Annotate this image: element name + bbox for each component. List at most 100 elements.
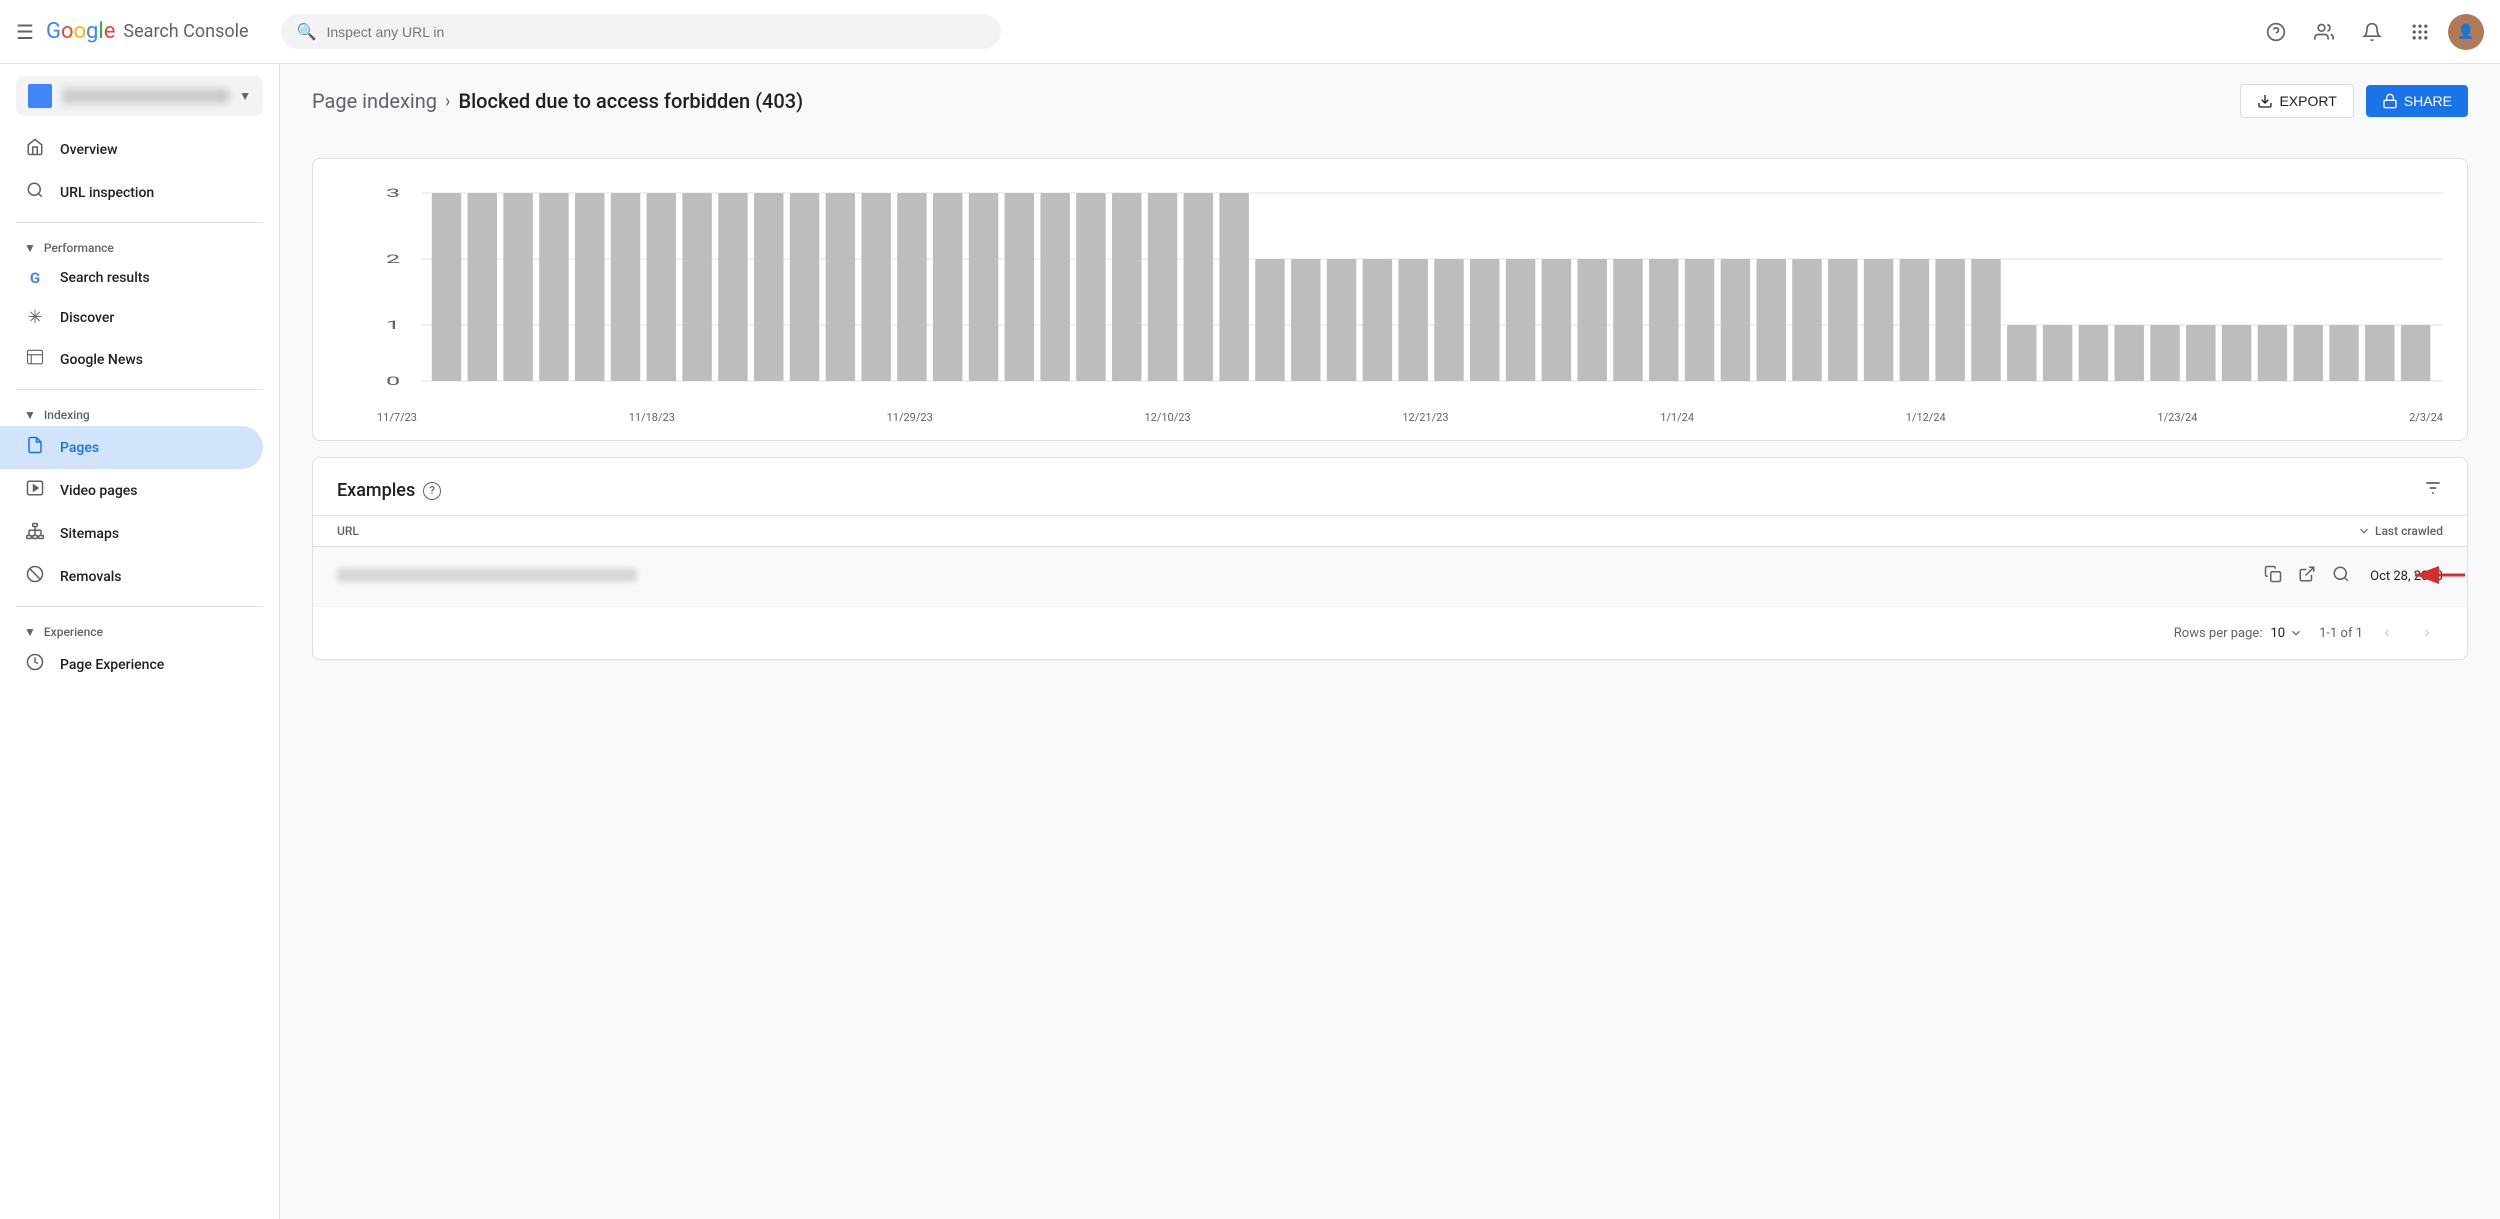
pages-icon: [24, 436, 46, 459]
url-search-bar[interactable]: 🔍: [281, 14, 1001, 49]
user-avatar[interactable]: 👤: [2448, 14, 2484, 50]
sidebar-item-label-sitemaps: Sitemaps: [60, 526, 119, 542]
sidebar-item-url-inspection[interactable]: URL inspection: [0, 171, 263, 214]
x-label-5: 1/1/24: [1660, 411, 1694, 424]
copy-icon[interactable]: [2260, 561, 2286, 592]
breadcrumb-current: Blocked due to access forbidden (403): [458, 89, 803, 113]
chart-card: 3 2 1 0: [312, 158, 2468, 441]
pagination-next-button[interactable]: ›: [2411, 617, 2443, 649]
sidebar-item-page-experience[interactable]: Page Experience: [0, 643, 263, 686]
rows-per-page-label: Rows per page:: [2174, 626, 2263, 641]
sidebar-item-discover[interactable]: ✳ Discover: [0, 297, 263, 338]
google-wordmark: Google: [46, 19, 115, 44]
sidebar-item-search-results[interactable]: G Search results: [0, 259, 263, 297]
table-row: Oct 28, 2023: [313, 547, 2467, 607]
sidebar-item-label-google-news: Google News: [60, 352, 143, 368]
property-selector[interactable]: ▼: [16, 76, 263, 116]
sidebar-item-label-search-results: Search results: [60, 270, 150, 286]
divider-2: [16, 389, 263, 390]
url-blurred-text: [337, 568, 637, 582]
pagination-prev-button[interactable]: ‹: [2371, 617, 2403, 649]
sidebar-item-sitemaps[interactable]: Sitemaps: [0, 512, 263, 555]
lock-icon: [2382, 93, 2398, 109]
property-favicon: [28, 84, 52, 108]
inspect-icon[interactable]: [2328, 561, 2354, 592]
topnav-right-actions: 👤: [2256, 12, 2484, 52]
x-label-8: 2/3/24: [2409, 411, 2443, 424]
removals-icon: [24, 565, 46, 588]
x-label-0: 11/7/23: [377, 411, 417, 424]
header-actions: EXPORT SHARE: [2240, 84, 2468, 118]
sidebar-item-video-pages[interactable]: Video pages: [0, 469, 263, 512]
section-indexing-label: Indexing: [44, 408, 90, 422]
table-col-crawled-header[interactable]: Last crawled: [2357, 524, 2443, 538]
section-experience-label: Experience: [44, 625, 103, 639]
page-experience-icon: [24, 653, 46, 676]
notifications-icon-button[interactable]: [2352, 12, 2392, 52]
pagination-info: 1-1 of 1: [2319, 626, 2363, 641]
chevron-down-rows-icon: [2289, 626, 2303, 640]
sidebar-item-label-page-experience: Page Experience: [60, 657, 164, 673]
section-indexing[interactable]: ▼ Indexing: [0, 398, 279, 426]
sidebar-item-removals[interactable]: Removals: [0, 555, 263, 598]
sort-down-icon: [2357, 524, 2371, 538]
download-icon: [2257, 93, 2273, 109]
export-button-label: EXPORT: [2279, 93, 2336, 109]
x-label-1: 11/18/23: [629, 411, 675, 424]
menu-icon[interactable]: ☰: [16, 20, 34, 44]
breadcrumb-separator: ›: [445, 91, 450, 112]
sidebar-item-label-url-inspection: URL inspection: [60, 185, 154, 201]
section-performance[interactable]: ▼ Performance: [0, 231, 279, 259]
property-dropdown-icon: ▼: [239, 89, 251, 103]
svg-text:1: 1: [386, 318, 400, 332]
rows-per-page-value: 10: [2270, 626, 2285, 641]
url-search-input[interactable]: [327, 24, 985, 40]
sidebar-item-label-overview: Overview: [60, 142, 117, 158]
sidebar-item-pages[interactable]: Pages: [0, 426, 263, 469]
x-label-3: 12/10/23: [1144, 411, 1190, 424]
examples-header: Examples ?: [313, 458, 2467, 515]
top-navigation: ☰ Google Search Console 🔍 👤: [0, 0, 2500, 64]
table-col-url-header: URL: [337, 524, 2357, 538]
chart-container: 3 2 1 0: [313, 159, 2467, 440]
section-experience[interactable]: ▼ Experience: [0, 615, 279, 643]
crawled-column-label: Last crawled: [2375, 524, 2443, 538]
sidebar-item-label-discover: Discover: [60, 310, 114, 326]
manage-users-icon-button[interactable]: [2304, 12, 2344, 52]
sidebar-item-google-news[interactable]: Google News: [0, 338, 263, 381]
help-icon-button[interactable]: [2256, 12, 2296, 52]
sitemaps-icon: [24, 522, 46, 545]
rows-per-page-select[interactable]: 10: [2270, 626, 2303, 641]
export-button[interactable]: EXPORT: [2240, 84, 2353, 118]
chevron-down-icon-2: ▼: [24, 408, 36, 422]
x-label-6: 1/12/24: [1906, 411, 1946, 424]
sidebar-item-overview[interactable]: Overview: [0, 128, 263, 171]
search-icon: 🔍: [297, 22, 317, 41]
google-news-icon: [24, 348, 46, 371]
video-pages-icon: [24, 479, 46, 502]
bar-chart: 3 2 1 0: [337, 183, 2443, 403]
filter-icon[interactable]: [2423, 478, 2443, 503]
share-button[interactable]: SHARE: [2366, 85, 2468, 117]
breadcrumb-parent[interactable]: Page indexing: [312, 89, 437, 113]
section-performance-label: Performance: [44, 241, 114, 255]
sidebar-item-label-pages: Pages: [60, 440, 99, 456]
external-link-icon[interactable]: [2294, 561, 2320, 592]
table-row-wrapper: Oct 28, 2023: [313, 547, 2467, 607]
divider-3: [16, 606, 263, 607]
url-column-label: URL: [337, 524, 359, 538]
table-row-date: Oct 28, 2023: [2370, 569, 2443, 584]
main-content: Page indexing › Blocked due to access fo…: [280, 64, 2500, 696]
examples-help-icon[interactable]: ?: [423, 482, 441, 500]
share-button-label: SHARE: [2404, 93, 2452, 109]
table-header: URL Last crawled: [313, 516, 2467, 547]
breadcrumb: Page indexing › Blocked due to access fo…: [312, 89, 803, 113]
apps-grid-icon-button[interactable]: [2400, 12, 2440, 52]
x-label-7: 1/23/24: [2157, 411, 2197, 424]
sidebar-item-label-removals: Removals: [60, 569, 122, 585]
svg-text:3: 3: [386, 186, 400, 200]
svg-text:2: 2: [386, 252, 400, 266]
property-name: [62, 89, 229, 103]
table-footer: Rows per page: 10 1-1 of 1 ‹ ›: [313, 607, 2467, 659]
chart-x-labels: 11/7/23 11/18/23 11/29/23 12/10/23 12/21…: [337, 407, 2443, 424]
